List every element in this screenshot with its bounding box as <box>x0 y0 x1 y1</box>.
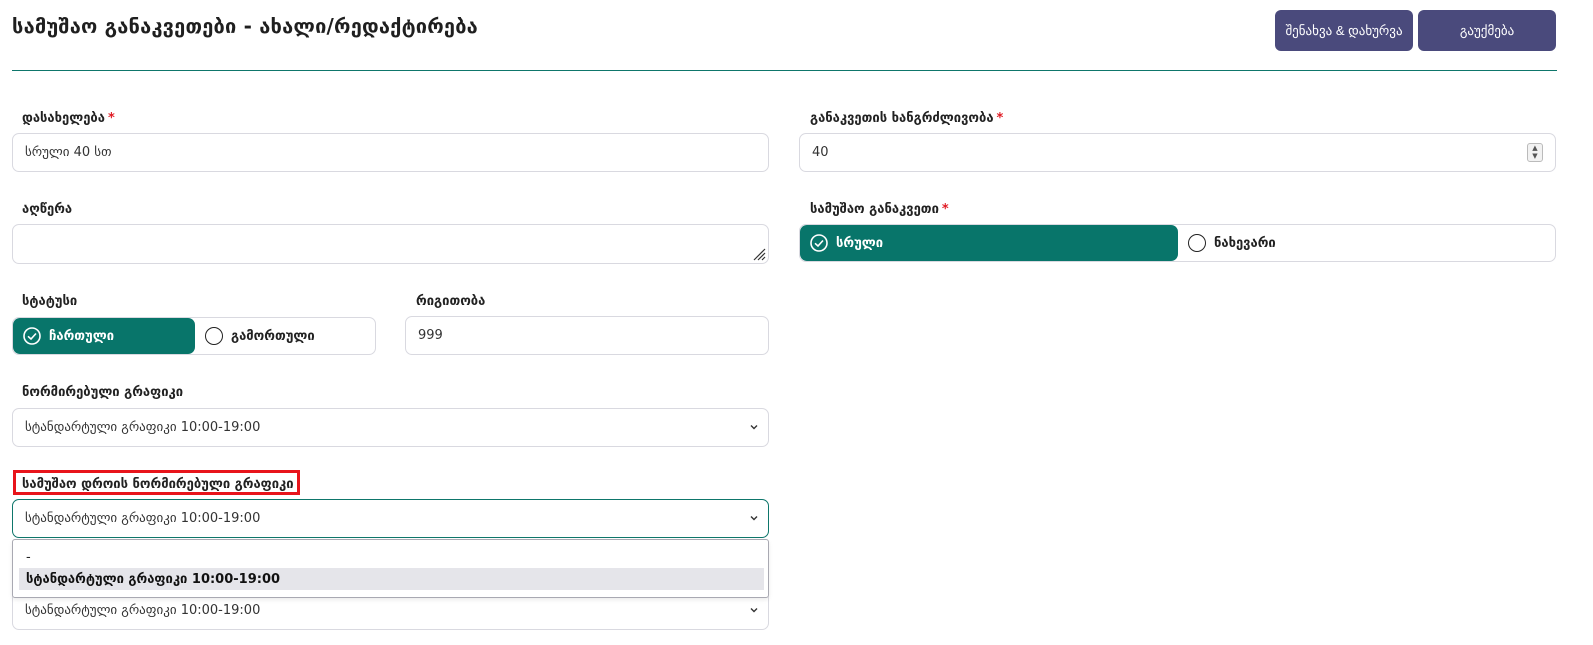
required-mark: * <box>941 202 949 217</box>
status-label: სტატუსი <box>22 294 78 309</box>
status-option-off[interactable]: გამორთული <box>195 318 375 354</box>
order-label: რიგითობა <box>416 294 486 309</box>
resize-grip-icon[interactable] <box>750 245 766 261</box>
check-circle-icon <box>23 327 41 345</box>
work-time-schedule-select[interactable]: სტანდარტული გრაფიკი 10:00-19:00 <box>12 499 769 538</box>
chevron-down-icon <box>750 516 758 521</box>
work-time-schedule-value: სტანდარტული გრაფიკი 10:00-19:00 <box>25 511 261 526</box>
required-mark: * <box>996 111 1004 126</box>
save-close-button[interactable]: შენახვა & დახურვა <box>1275 10 1413 51</box>
check-circle-icon <box>810 234 828 252</box>
required-mark: * <box>107 111 115 126</box>
duration-input[interactable]: 40 ▲ ▼ <box>799 133 1556 172</box>
duration-input-value: 40 <box>812 145 829 160</box>
work-time-schedule-dropdown: - სტანდარტული გრაფიკი 10:00-19:00 <box>12 539 769 598</box>
spinner-up-icon[interactable]: ▲ <box>1532 144 1537 152</box>
duration-label: განაკვეთის ხანგრძლივობა * <box>810 111 1004 126</box>
normalized-schedule-value: სტანდარტული გრაფიკი 10:00-19:00 <box>25 420 261 435</box>
order-input[interactable]: 999 <box>405 316 769 355</box>
work-rate-option-full[interactable]: სრული <box>800 225 1178 261</box>
chevron-down-icon <box>750 608 758 613</box>
work-time-schedule-label: სამუშაო დროის ნორმირებული გრაფიკი <box>22 477 294 492</box>
normalized-schedule-select[interactable]: სტანდარტული გრაფიკი 10:00-19:00 <box>12 408 769 447</box>
number-spinner-icon[interactable]: ▲ ▼ <box>1527 143 1543 162</box>
name-input-value: სრული 40 სთ <box>25 145 112 160</box>
work-rate-segmented: სრული ნახევარი <box>799 224 1556 262</box>
status-segmented: ჩართული გამორთული <box>12 317 376 355</box>
work-rate-option-half[interactable]: ნახევარი <box>1178 225 1555 261</box>
status-option-on[interactable]: ჩართული <box>13 318 195 354</box>
name-input[interactable]: სრული 40 სთ <box>12 133 769 172</box>
cancel-button[interactable]: გაუქმება <box>1418 10 1556 51</box>
description-textarea[interactable] <box>12 224 769 264</box>
dropdown-option-standard[interactable]: სტანდარტული გრაფიკი 10:00-19:00 <box>19 568 764 590</box>
chevron-down-icon <box>750 425 758 430</box>
spinner-down-icon[interactable]: ▼ <box>1532 153 1537 160</box>
work-rate-label: სამუშაო განაკვეთი * <box>810 202 949 217</box>
order-input-value: 999 <box>418 328 443 343</box>
header-divider <box>12 70 1557 71</box>
extra-schedule-value: სტანდარტული გრაფიკი 10:00-19:00 <box>25 603 261 618</box>
radio-empty-icon <box>1188 234 1206 252</box>
page-title: სამუშაო განაკვეთები - ახალი/რედაქტირება <box>12 14 478 38</box>
name-label: დასახელება * <box>22 111 115 126</box>
dropdown-option-empty[interactable]: - <box>19 546 764 568</box>
radio-empty-icon <box>205 327 223 345</box>
description-label: აღწერა <box>22 202 73 217</box>
normalized-schedule-label: ნორმირებული გრაფიკი <box>22 385 184 400</box>
